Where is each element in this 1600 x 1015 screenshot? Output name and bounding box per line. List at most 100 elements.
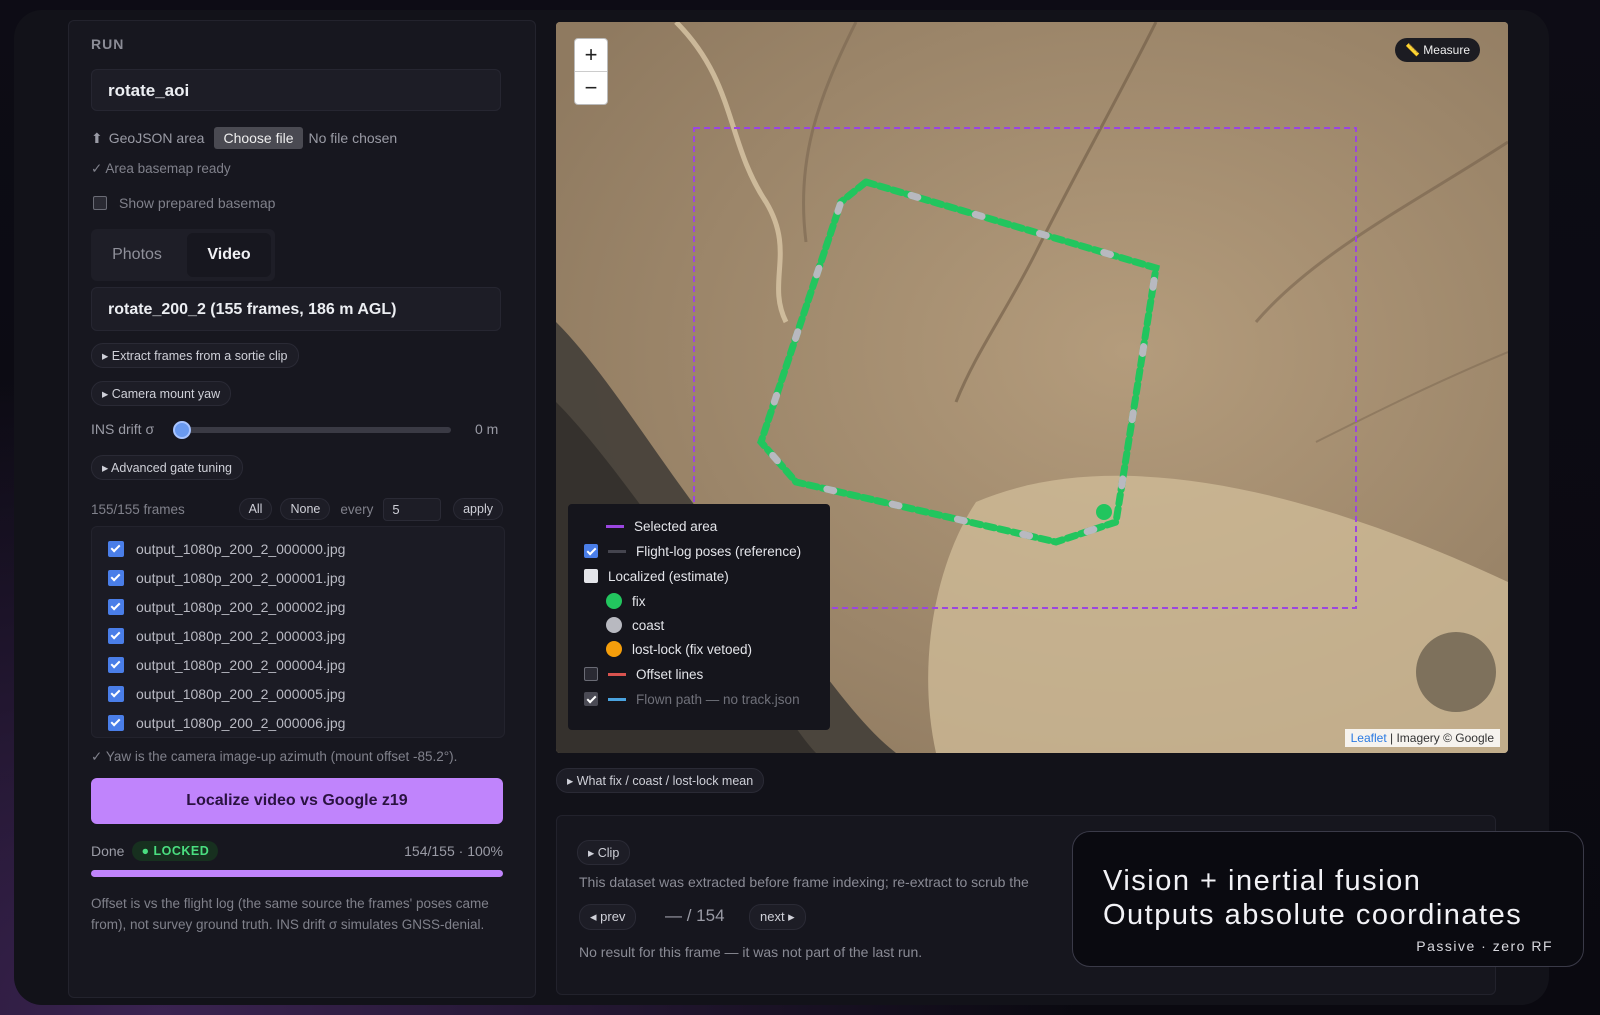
list-item[interactable]: output_1080p_200_2_000003.jpg (108, 626, 345, 646)
gray-dot-icon (606, 617, 622, 633)
legend-help-toggle[interactable]: ▸ What fix / coast / lost-lock mean (556, 768, 765, 793)
legend-label: Localized (estimate) (608, 568, 729, 584)
list-item[interactable]: output_1080p_200_2_000002.jpg (108, 597, 345, 617)
red-line-swatch (608, 672, 626, 676)
choose-file-button[interactable]: Choose file (214, 127, 303, 149)
frames-count: 155/155 frames (91, 501, 185, 517)
purple-line-swatch (606, 524, 624, 528)
zoom-out-button[interactable]: − (575, 71, 607, 104)
gray-line-swatch (608, 549, 626, 553)
list-item[interactable]: output_1080p_200_2_000004.jpg (108, 655, 345, 675)
list-item[interactable]: output_1080p_200_2_000001.jpg (108, 568, 345, 588)
run-panel: RUN rotate_aoi ⬆ GeoJSON area Choose fil… (68, 20, 536, 998)
legend-offset-lines[interactable]: Offset lines (584, 664, 703, 684)
caption-subtitle: Passive · zero RF (1416, 938, 1553, 954)
list-item[interactable]: output_1080p_200_2_000000.jpg (108, 539, 345, 559)
orange-dot-icon (606, 641, 622, 657)
legend-label: Offset lines (636, 666, 704, 682)
measure-button[interactable]: 📏 Measure (1395, 38, 1480, 62)
frame-checkbox[interactable] (108, 541, 124, 557)
apply-button[interactable]: apply (453, 498, 503, 520)
video-select[interactable]: rotate_200_2 (155 frames, 186 m AGL) (91, 287, 501, 331)
green-dot-icon (606, 593, 622, 609)
locked-status-badge: ● LOCKED (132, 841, 219, 861)
select-all-button[interactable]: All (238, 498, 273, 520)
geojson-label: GeoJSON area (108, 130, 205, 146)
list-item[interactable]: output_1080p_200_2_000005.jpg (108, 684, 345, 704)
file-name: output_1080p_200_2_000002.jpg (136, 599, 346, 615)
show-basemap-checkbox[interactable] (93, 196, 107, 210)
legend-flown-path[interactable]: Flown path — no track.json (584, 689, 800, 709)
run-status-row: Done ● LOCKED 154/155 · 100% (91, 841, 503, 861)
offset-note: Offset is vs the flight log (the same so… (91, 896, 489, 932)
legend-label: Flight-log poses (reference) (636, 543, 802, 559)
done-label: Done (91, 843, 125, 859)
legend-fix: fix (606, 591, 646, 611)
frame-counter: — / 154 (665, 906, 725, 925)
every-label: every (340, 501, 374, 517)
advanced-gate-tuning-toggle[interactable]: ▸ Advanced gate tuning (91, 455, 243, 480)
legend-selected-area: Selected area (606, 516, 717, 536)
ins-drift-slider-handle[interactable] (173, 421, 191, 439)
map-view[interactable]: + − 📏 Measure Leaflet | Imagery © Google… (556, 22, 1508, 753)
legend-label: Flown path — no track.json (636, 691, 800, 707)
list-item[interactable]: output_1080p_200_2_000006.jpg (108, 713, 345, 733)
ins-drift-value: 0 m (475, 421, 499, 437)
file-name: output_1080p_200_2_000005.jpg (136, 686, 346, 702)
geojson-row: ⬆ GeoJSON area Choose file No file chose… (91, 127, 397, 149)
legend-flight-log[interactable]: Flight-log poses (reference) (584, 541, 801, 561)
no-file-label: No file chosen (308, 130, 398, 146)
show-basemap-label: Show prepared basemap (119, 195, 276, 211)
frame-checkbox[interactable] (108, 657, 124, 673)
camera-mount-yaw-toggle[interactable]: ▸ Camera mount yaw (91, 381, 232, 406)
file-name: output_1080p_200_2_000003.jpg (136, 628, 346, 644)
yaw-note: ✓ Yaw is the camera image-up azimuth (mo… (91, 749, 458, 764)
legend-label: coast (632, 617, 665, 633)
file-name: output_1080p_200_2_000001.jpg (136, 570, 346, 586)
legend-coast: coast (606, 615, 664, 635)
zoom-control: + − (574, 38, 608, 105)
frame-checkbox[interactable] (108, 628, 124, 644)
attribution-text: | Imagery © Google (1386, 731, 1494, 745)
leaflet-link[interactable]: Leaflet (1351, 731, 1387, 745)
basemap-ready-status: ✓ Area basemap ready (91, 161, 231, 176)
offset-lines-checkbox[interactable] (584, 667, 598, 681)
legend-label: lost-lock (fix vetoed) (632, 641, 753, 657)
every-n-input[interactable]: 5 (383, 497, 442, 521)
localized-checkbox[interactable] (584, 569, 598, 583)
file-name: output_1080p_200_2_000000.jpg (136, 541, 346, 557)
legend-lost-lock: lost-lock (fix vetoed) (606, 639, 752, 659)
caption-overlay: Vision + inertial fusion Outputs absolut… (1072, 831, 1584, 967)
ins-drift-slider-track[interactable] (181, 427, 451, 433)
next-frame-button[interactable]: next ▸ (749, 904, 806, 930)
frame-checkbox[interactable] (108, 715, 124, 731)
source-tabs: Photos Video (91, 229, 275, 281)
zoom-in-button[interactable]: + (575, 39, 607, 71)
prev-frame-button[interactable]: ◂ prev (579, 904, 637, 930)
caption-line-1: Vision + inertial fusion (1103, 865, 1422, 897)
no-result-note: No result for this frame — it was not pa… (579, 944, 923, 960)
select-none-button[interactable]: None (280, 498, 331, 520)
legend-label: Selected area (634, 518, 718, 534)
frame-file-list[interactable]: output_1080p_200_2_000000.jpg output_108… (91, 526, 505, 738)
frame-checkbox[interactable] (108, 599, 124, 615)
frame-selection-row: 155/155 frames All None every 5 apply (91, 497, 503, 521)
extract-frames-toggle[interactable]: ▸ Extract frames from a sortie clip (91, 343, 299, 368)
legend-label: fix (632, 593, 646, 609)
run-name-input[interactable]: rotate_aoi (91, 69, 501, 111)
show-basemap-row[interactable]: Show prepared basemap (93, 195, 275, 211)
clip-toggle[interactable]: ▸ Clip (577, 840, 631, 865)
flight-log-checkbox[interactable] (584, 544, 598, 558)
tab-video[interactable]: Video (187, 233, 271, 277)
map-attribution: Leaflet | Imagery © Google (1344, 729, 1500, 747)
section-title: RUN (91, 36, 125, 52)
frame-checkbox[interactable] (108, 570, 124, 586)
frame-checkbox[interactable] (108, 686, 124, 702)
upload-icon: ⬆ (91, 129, 103, 146)
blue-line-swatch (608, 697, 626, 701)
tab-photos[interactable]: Photos (91, 229, 183, 281)
flown-path-checkbox[interactable] (584, 692, 598, 706)
progress-bar-fill (91, 870, 503, 877)
legend-localized[interactable]: Localized (estimate) (584, 566, 729, 586)
localize-video-button[interactable]: Localize video vs Google z19 (91, 778, 503, 824)
